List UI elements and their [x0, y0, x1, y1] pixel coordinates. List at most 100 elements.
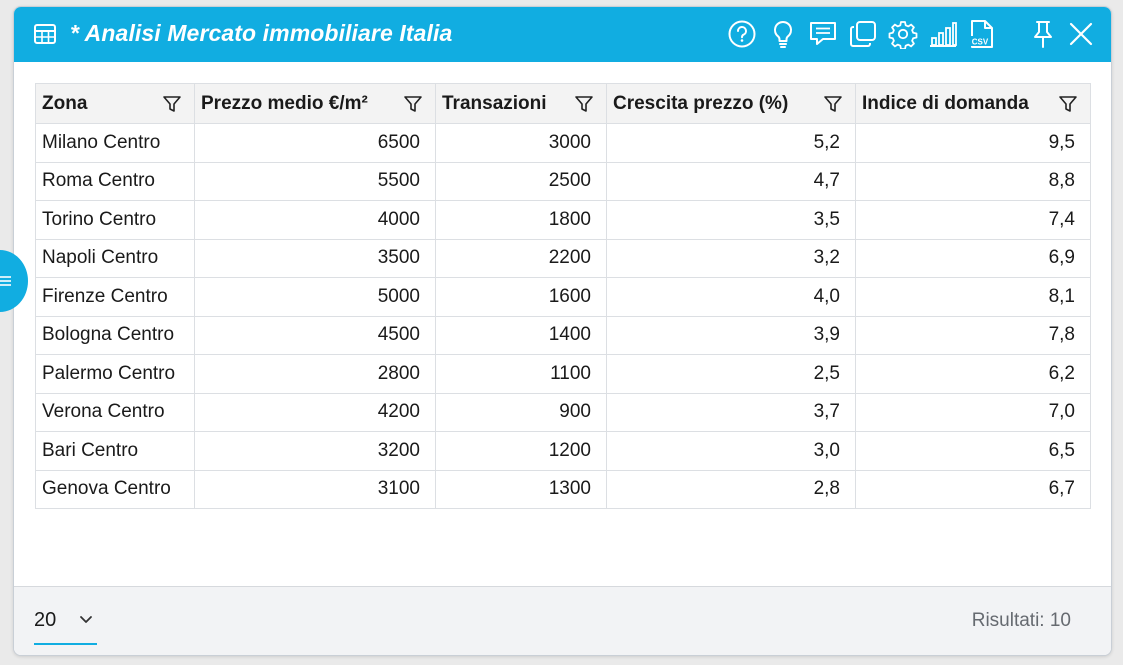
cell-indice: 7,4	[855, 200, 1091, 240]
cell-crescita: 3,7	[606, 392, 856, 432]
bar-chart-icon	[930, 22, 957, 47]
cell-indice: 6,5	[855, 431, 1091, 471]
column-header-indice[interactable]: Indice di domanda	[855, 83, 1091, 124]
cell-transazioni: 1200	[435, 431, 607, 471]
cell-zona: Torino Centro	[35, 200, 195, 240]
data-table: Zona Prezzo medio €/m² Transazioni Cresc…	[35, 83, 1091, 509]
filter-icon[interactable]	[574, 94, 594, 114]
cell-indice: 8,1	[855, 277, 1091, 317]
table-row[interactable]: Verona Centro 4200 900 3,7 7,0	[35, 392, 1091, 432]
cell-prezzo: 6500	[194, 123, 436, 163]
cell-transazioni: 2500	[435, 161, 607, 201]
cell-zona: Bari Centro	[35, 431, 195, 471]
table-row[interactable]: Firenze Centro 5000 1600 4,0 8,1	[35, 277, 1091, 317]
column-header-prezzo[interactable]: Prezzo medio €/m²	[194, 83, 436, 124]
cell-crescita: 3,0	[606, 431, 856, 471]
cell-prezzo: 5500	[194, 161, 436, 201]
table-row[interactable]: Bologna Centro 4500 1400 3,9 7,8	[35, 315, 1091, 355]
cell-prezzo: 3100	[194, 469, 436, 509]
cell-transazioni: 1400	[435, 315, 607, 355]
close-button[interactable]	[1064, 17, 1098, 51]
pin-icon	[1034, 21, 1052, 48]
pin-button[interactable]	[1026, 17, 1060, 51]
table-row[interactable]: Bari Centro 3200 1200 3,0 6,5	[35, 431, 1091, 471]
cell-zona: Genova Centro	[35, 469, 195, 509]
menu-icon	[0, 276, 11, 286]
cell-crescita: 5,2	[606, 123, 856, 163]
settings-button[interactable]	[886, 17, 920, 51]
column-header-label: Prezzo medio €/m²	[201, 92, 368, 114]
page-size-select[interactable]: 20	[34, 607, 97, 645]
filter-icon[interactable]	[823, 94, 843, 114]
cell-crescita: 3,9	[606, 315, 856, 355]
cell-indice: 6,7	[855, 469, 1091, 509]
header-row: Zona Prezzo medio €/m² Transazioni Cresc…	[35, 83, 1091, 124]
page-size-value: 20	[34, 609, 57, 631]
duplicate-button[interactable]	[846, 17, 880, 51]
cell-crescita: 2,8	[606, 469, 856, 509]
settings-icon	[888, 21, 918, 49]
tips-button[interactable]	[766, 17, 800, 51]
cell-zona: Bologna Centro	[35, 315, 195, 355]
cell-prezzo: 4200	[194, 392, 436, 432]
cell-indice: 6,9	[855, 238, 1091, 278]
help-icon	[728, 20, 756, 48]
column-header-label: Crescita prezzo (%)	[613, 92, 789, 114]
cell-prezzo: 4000	[194, 200, 436, 240]
cell-indice: 8,8	[855, 161, 1091, 201]
cell-transazioni: 1600	[435, 277, 607, 317]
table-row[interactable]: Genova Centro 3100 1300 2,8 6,7	[35, 469, 1091, 509]
chart-button[interactable]	[926, 17, 960, 51]
results-count: Risultati: 10	[971, 610, 1071, 631]
cell-zona: Roma Centro	[35, 161, 195, 201]
cell-crescita: 4,0	[606, 277, 856, 317]
table-row[interactable]: Milano Centro 6500 3000 5,2 9,5	[35, 123, 1091, 163]
cell-prezzo: 5000	[194, 277, 436, 317]
table-footer: 20 Risultati: 10	[14, 586, 1111, 655]
column-header-label: Indice di domanda	[862, 92, 1029, 114]
table-row[interactable]: Palermo Centro 2800 1100 2,5 6,2	[35, 354, 1091, 394]
filter-icon[interactable]	[162, 94, 182, 114]
cell-prezzo: 4500	[194, 315, 436, 355]
comment-button[interactable]	[806, 17, 840, 51]
data-window: * Analisi Mercato immobiliare Italia CSV…	[13, 6, 1112, 656]
help-button[interactable]	[725, 17, 759, 51]
duplicate-icon	[850, 21, 876, 47]
cell-transazioni: 1300	[435, 469, 607, 509]
cell-indice: 9,5	[855, 123, 1091, 163]
cell-prezzo: 3500	[194, 238, 436, 278]
cell-zona: Palermo Centro	[35, 354, 195, 394]
table-row[interactable]: Torino Centro 4000 1800 3,5 7,4	[35, 200, 1091, 240]
toolbar: CSV	[721, 7, 1111, 62]
title-bar: * Analisi Mercato immobiliare Italia CSV	[14, 7, 1111, 62]
table-icon	[34, 24, 56, 44]
csv-export-icon: CSV	[970, 20, 993, 48]
cell-zona: Firenze Centro	[35, 277, 195, 317]
column-header-crescita[interactable]: Crescita prezzo (%)	[606, 83, 856, 124]
cell-crescita: 4,7	[606, 161, 856, 201]
cell-prezzo: 3200	[194, 431, 436, 471]
cell-transazioni: 2200	[435, 238, 607, 278]
cell-indice: 7,0	[855, 392, 1091, 432]
cell-transazioni: 3000	[435, 123, 607, 163]
column-header-transazioni[interactable]: Transazioni	[435, 83, 607, 124]
table-row[interactable]: Roma Centro 5500 2500 4,7 8,8	[35, 161, 1091, 201]
cell-zona: Milano Centro	[35, 123, 195, 163]
cell-transazioni: 1800	[435, 200, 607, 240]
table-row[interactable]: Napoli Centro 3500 2200 3,2 6,9	[35, 238, 1091, 278]
csv-export-button[interactable]: CSV	[965, 17, 999, 51]
filter-icon[interactable]	[1058, 94, 1078, 114]
filter-icon[interactable]	[403, 94, 423, 114]
column-header-label: Zona	[42, 92, 88, 114]
cell-indice: 7,8	[855, 315, 1091, 355]
window-title: * Analisi Mercato immobiliare Italia	[70, 20, 453, 46]
cell-crescita: 3,2	[606, 238, 856, 278]
cell-crescita: 3,5	[606, 200, 856, 240]
column-header-label: Transazioni	[442, 92, 547, 114]
cell-transazioni: 900	[435, 392, 607, 432]
cell-indice: 6,2	[855, 354, 1091, 394]
cell-zona: Verona Centro	[35, 392, 195, 432]
cell-transazioni: 1100	[435, 354, 607, 394]
lightbulb-icon	[773, 20, 793, 48]
column-header-zona[interactable]: Zona	[35, 83, 195, 124]
